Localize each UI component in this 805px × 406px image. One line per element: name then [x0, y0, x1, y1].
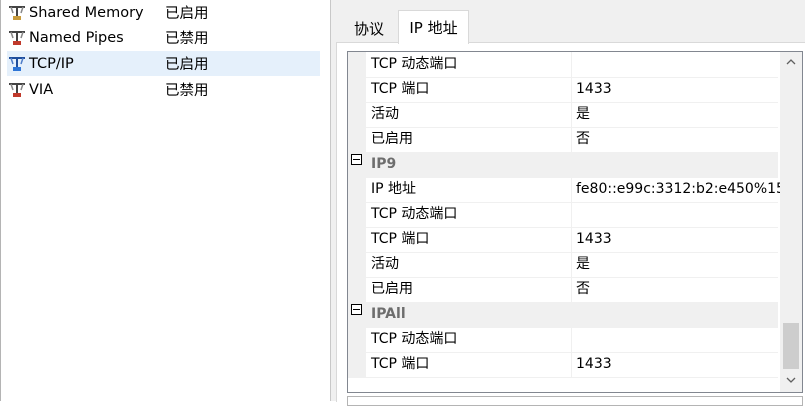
collapse-icon[interactable] — [351, 154, 362, 165]
property-name: TCP 动态端口 — [371, 56, 458, 72]
property-row[interactable]: IP 地址 fe80::e99c:3312:b2:e450%15 — [348, 177, 785, 203]
protocol-status: 已禁用 — [165, 83, 209, 99]
protocol-item-tcp-ip[interactable]: TCP/IP 已启用 — [7, 51, 320, 76]
property-row[interactable]: 活动 是 — [348, 102, 778, 128]
property-value[interactable]: 否 — [576, 277, 776, 302]
property-row[interactable]: TCP 端口 1433 — [348, 352, 778, 378]
property-name: 已启用 — [371, 281, 413, 297]
property-value[interactable] — [576, 52, 776, 77]
property-value[interactable]: 否 — [576, 127, 776, 152]
scroll-thumb[interactable] — [783, 323, 799, 369]
protocol-status: 已启用 — [165, 6, 209, 22]
property-value[interactable]: fe80::e99c:3312:b2:e450%15 — [576, 177, 785, 202]
protocol-list: Shared Memory 已启用 Named Pipes 已禁用 TCP/IP… — [0, 0, 331, 401]
protocol-item-via[interactable]: VIA 已禁用 — [7, 77, 320, 102]
property-value[interactable]: 1433 — [576, 227, 776, 252]
protocol-name: Named Pipes — [29, 29, 124, 46]
category-row-ip9[interactable]: IP9 — [348, 152, 778, 178]
network-protocol-icon — [7, 28, 29, 48]
protocol-name: Shared Memory — [29, 4, 144, 21]
property-name: IP 地址 — [371, 181, 417, 197]
property-row[interactable]: 活动 是 — [348, 252, 778, 278]
property-name: TCP 动态端口 — [371, 331, 458, 347]
protocol-name: VIA — [29, 81, 54, 98]
property-name: 已启用 — [371, 131, 413, 147]
tab-protocol[interactable]: 协议 — [343, 14, 395, 42]
property-name: TCP 动态端口 — [371, 206, 458, 222]
property-row[interactable]: 已启用 否 — [348, 127, 778, 153]
property-grid: TCP 动态端口 TCP 端口 1433 活动 是 已启用 否 IP9 IP 地… — [347, 51, 803, 393]
collapse-icon[interactable] — [351, 304, 362, 315]
scroll-up-icon[interactable] — [780, 52, 802, 72]
description-box — [347, 396, 803, 406]
property-name: TCP 端口 — [371, 356, 430, 372]
protocol-item-shared-memory[interactable]: Shared Memory 已启用 — [7, 0, 320, 25]
property-name: TCP 端口 — [371, 81, 430, 97]
protocol-name: TCP/IP — [29, 55, 74, 72]
property-value[interactable] — [576, 202, 776, 227]
network-protocol-icon — [7, 54, 29, 74]
protocol-status: 已禁用 — [165, 31, 209, 47]
property-row[interactable]: 已启用 否 — [348, 277, 778, 303]
network-protocol-icon — [7, 3, 29, 23]
category-title: IP9 — [371, 156, 397, 172]
tab-ip-addresses[interactable]: IP 地址 — [398, 10, 469, 44]
protocol-item-named-pipes[interactable]: Named Pipes 已禁用 — [7, 25, 320, 50]
category-row-ipall[interactable]: IPAll — [348, 302, 778, 328]
property-value[interactable]: 1433 — [576, 352, 776, 377]
vertical-scrollbar[interactable] — [780, 52, 802, 392]
property-row[interactable]: TCP 动态端口 — [348, 202, 778, 228]
category-title: IPAll — [371, 306, 406, 322]
property-row[interactable]: TCP 端口 1433 — [348, 77, 778, 103]
network-protocol-icon — [7, 80, 29, 100]
property-name: 活动 — [371, 256, 399, 272]
property-name: TCP 端口 — [371, 231, 430, 247]
property-name: 活动 — [371, 106, 399, 122]
scroll-down-icon[interactable] — [780, 370, 802, 390]
property-row[interactable]: TCP 动态端口 — [348, 327, 778, 353]
property-value[interactable]: 是 — [576, 102, 776, 127]
properties-pane: 协议 IP 地址 TCP 动态端口 TCP 端口 1433 活动 是 已启用 否 — [331, 0, 805, 406]
property-value[interactable]: 1433 — [576, 77, 776, 102]
protocol-status: 已启用 — [165, 57, 209, 73]
property-value[interactable]: 是 — [576, 252, 776, 277]
property-value[interactable] — [576, 327, 776, 352]
property-row[interactable]: TCP 端口 1433 — [348, 227, 778, 253]
property-row[interactable]: TCP 动态端口 — [348, 52, 778, 78]
